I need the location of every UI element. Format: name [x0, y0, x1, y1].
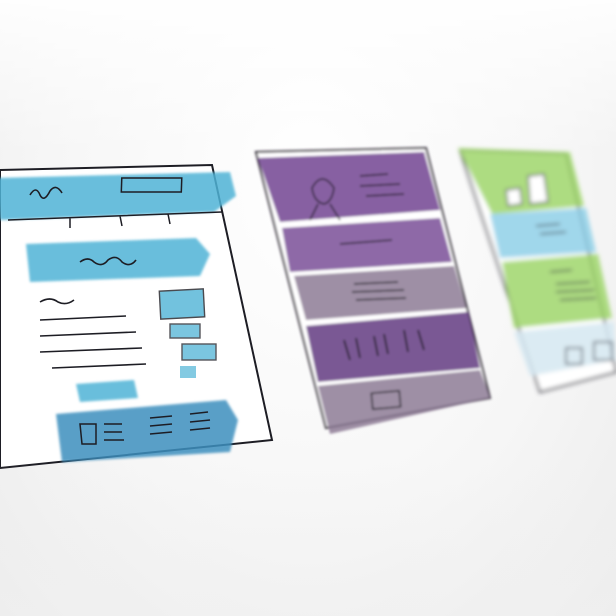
desktop-side-box-4	[180, 366, 196, 378]
desktop-hero-wash	[26, 238, 210, 282]
mobile-band-1	[490, 208, 596, 258]
tablet-hero-wash	[258, 152, 440, 222]
photo-scene	[0, 0, 616, 616]
desktop-side-box-2	[169, 323, 201, 339]
mobile-wireframe-sketch	[458, 148, 616, 394]
sketch-illustration	[0, 146, 616, 470]
desktop-side-box-3	[181, 343, 217, 361]
desktop-wireframe-sketch	[0, 163, 274, 470]
desktop-side-box-1	[158, 288, 206, 320]
tablet-wireframe-sketch	[254, 146, 492, 434]
mobile-band-2	[502, 254, 612, 328]
